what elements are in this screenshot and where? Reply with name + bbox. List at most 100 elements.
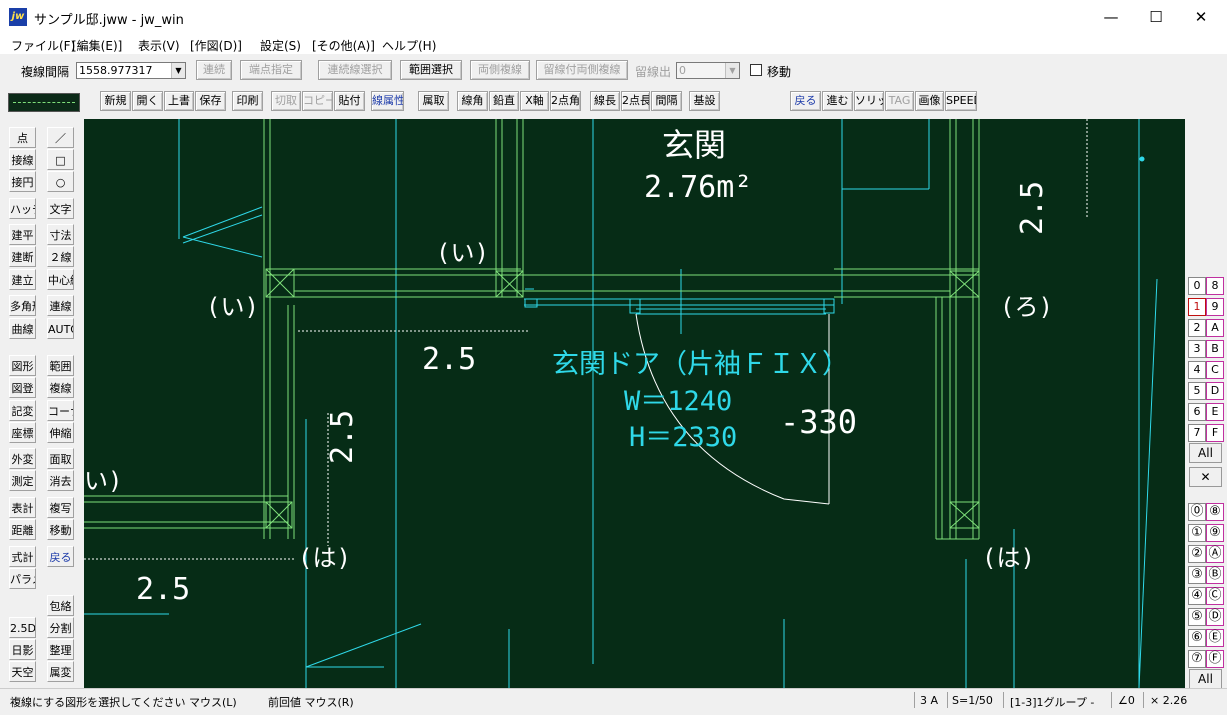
tool-13-1[interactable]: 面取 (47, 448, 74, 469)
tool-3-0[interactable]: ハッチ (9, 198, 36, 219)
tool-21-1[interactable]: 整理 (47, 639, 74, 660)
continuous-button[interactable]: 連続 (196, 60, 232, 80)
line-length-button[interactable]: 線長 (590, 91, 620, 111)
menu-help[interactable]: ヘルプ(H) (382, 37, 436, 54)
line-attribute-button[interactable]: 線属性 (371, 91, 404, 111)
layer-group-1-1[interactable]: ⑨ (1206, 524, 1224, 542)
line-angle-button[interactable]: 線角 (457, 91, 488, 111)
zoom-readout[interactable]: × 2.26 (1150, 694, 1187, 707)
two-point-length-button[interactable]: 2点長 (621, 91, 650, 111)
layer-group-6-1[interactable]: Ⓔ (1206, 629, 1224, 647)
tool-0-0[interactable]: 点 (9, 127, 36, 148)
both-sides-offset-button[interactable]: 両側複線 (470, 60, 530, 80)
layer-E[interactable]: E (1206, 403, 1224, 421)
tool-17-1[interactable]: 戻る (47, 546, 74, 567)
tool-9-0[interactable]: 図形 (9, 355, 36, 376)
tool-13-0[interactable]: 外変 (9, 448, 36, 469)
minimize-button[interactable]: — (1088, 0, 1134, 34)
layer-group-0-0[interactable]: ⓪ (1188, 503, 1206, 521)
new-button[interactable]: 新規 (100, 91, 131, 111)
tool-15-0[interactable]: 表計 (9, 497, 36, 518)
layer-9[interactable]: 9 (1206, 298, 1224, 316)
tool-11-1[interactable]: コーナー (47, 400, 74, 421)
endpoint-button[interactable]: 端点指定 (240, 60, 302, 80)
menu-file[interactable]: ファイル(F) (11, 37, 75, 54)
layer-2[interactable]: 2 (1188, 319, 1206, 337)
layer-readout[interactable]: [1-3]1グループ - (1010, 694, 1094, 710)
layer-group-4-1[interactable]: Ⓒ (1206, 587, 1224, 605)
layer-group-2-1[interactable]: Ⓐ (1206, 545, 1224, 563)
tool-14-0[interactable]: 測定 (9, 470, 36, 491)
tool-2-1[interactable]: ○ (47, 171, 74, 192)
both-sides-with-end-button[interactable]: 留線付両側複線 (536, 60, 628, 80)
paste-button[interactable]: 貼付 (334, 91, 365, 111)
menu-draw[interactable]: [作図(D)] (190, 37, 242, 54)
layer-group-2-0[interactable]: ② (1188, 545, 1206, 563)
layer-group-3-1[interactable]: Ⓑ (1206, 566, 1224, 584)
maximize-button[interactable]: ☐ (1133, 0, 1179, 34)
tool-17-0[interactable]: 式計 (9, 546, 36, 567)
layer-group-3-0[interactable]: ③ (1188, 566, 1206, 584)
tool-12-1[interactable]: 伸縮 (47, 422, 74, 443)
vertical-button[interactable]: 鉛直 (489, 91, 519, 111)
overwrite-button[interactable]: 上書 (164, 91, 194, 111)
scale-readout[interactable]: S=1/50 (952, 694, 993, 707)
line-type-preview[interactable] (8, 93, 80, 112)
tool-8-1[interactable]: AUTO (47, 318, 74, 339)
paper-size[interactable]: 3 A (920, 694, 938, 707)
tool-8-0[interactable]: 曲線 (9, 318, 36, 339)
chevron-down-icon[interactable]: ▼ (725, 63, 739, 78)
layer-1[interactable]: 1 (1188, 298, 1206, 316)
solid-button[interactable]: ソリッド (854, 91, 884, 111)
menu-edit[interactable]: [編集(E)] (72, 37, 122, 54)
tool-10-1[interactable]: 複線 (47, 377, 74, 398)
layer-4[interactable]: 4 (1188, 361, 1206, 379)
layer-group-4-0[interactable]: ④ (1188, 587, 1206, 605)
redo-button[interactable]: 進む (822, 91, 853, 111)
chevron-down-icon[interactable]: ▼ (171, 63, 185, 78)
tool-1-1[interactable]: □ (47, 149, 74, 170)
layer-all-button[interactable]: All (1189, 443, 1222, 463)
tool-16-1[interactable]: 移動 (47, 519, 74, 540)
layer-5[interactable]: 5 (1188, 382, 1206, 400)
tool-14-1[interactable]: 消去 (47, 470, 74, 491)
tool-1-0[interactable]: 接線 (9, 149, 36, 170)
tool-5-0[interactable]: 建断 (9, 246, 36, 267)
move-checkbox[interactable] (750, 64, 762, 76)
copy-button[interactable]: コピー (302, 91, 333, 111)
layer-group-5-0[interactable]: ⑤ (1188, 608, 1206, 626)
layer-clear-button[interactable]: ✕ (1189, 467, 1222, 487)
layer-0[interactable]: 0 (1188, 277, 1206, 295)
layer-group-all-button[interactable]: All (1189, 669, 1222, 689)
layer-group-7-0[interactable]: ⑦ (1188, 650, 1206, 668)
layer-D[interactable]: D (1206, 382, 1224, 400)
tool-22-1[interactable]: 属変 (47, 661, 74, 682)
base-setting-button[interactable]: 基設 (689, 91, 720, 111)
layer-F[interactable]: F (1206, 424, 1224, 442)
open-button[interactable]: 開く (132, 91, 163, 111)
tag-button[interactable]: TAG (885, 91, 914, 111)
tool-9-1[interactable]: 範囲 (47, 355, 74, 376)
layer-group-6-0[interactable]: ⑥ (1188, 629, 1206, 647)
tool-22-0[interactable]: 天空 (9, 661, 36, 682)
undo-button[interactable]: 戻る (790, 91, 821, 111)
end-out-combo[interactable]: 0 ▼ (676, 62, 740, 79)
layer-B[interactable]: B (1206, 340, 1224, 358)
tool-15-1[interactable]: 複写 (47, 497, 74, 518)
layer-group-7-1[interactable]: Ⓕ (1206, 650, 1224, 668)
tool-16-0[interactable]: 距離 (9, 519, 36, 540)
layer-7[interactable]: 7 (1188, 424, 1206, 442)
range-select-button[interactable]: 範囲選択 (400, 60, 462, 80)
layer-group-0-1[interactable]: ⑧ (1206, 503, 1224, 521)
tool-11-0[interactable]: 記変 (9, 400, 36, 421)
layer-A[interactable]: A (1206, 319, 1224, 337)
close-button[interactable]: ✕ (1178, 0, 1224, 34)
print-button[interactable]: 印刷 (232, 91, 263, 111)
tool-10-0[interactable]: 図登 (9, 377, 36, 398)
layer-group-1-0[interactable]: ① (1188, 524, 1206, 542)
continuous-select-button[interactable]: 連続線選択 (318, 60, 392, 80)
tool-2-0[interactable]: 接円 (9, 171, 36, 192)
tool-0-1[interactable]: ／ (47, 127, 74, 148)
tool-6-0[interactable]: 建立 (9, 269, 36, 290)
layer-C[interactable]: C (1206, 361, 1224, 379)
